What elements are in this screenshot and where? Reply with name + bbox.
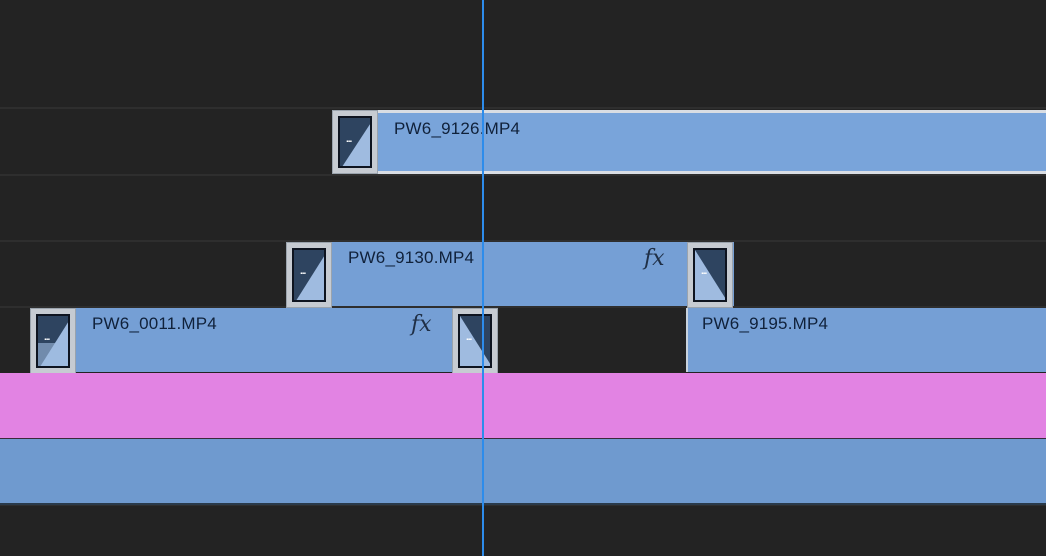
transition-clip-start-v4[interactable]: ...: [332, 110, 378, 174]
clip-pw6-9195[interactable]: PW6_9195.MP4: [686, 308, 1046, 372]
transition-clip-start-v2[interactable]: ...: [30, 308, 76, 374]
audio-clip-a2[interactable]: [0, 439, 1046, 505]
cross-dissolve-icon: ...: [292, 248, 326, 302]
cross-dissolve-icon: ...: [338, 116, 372, 168]
transition-clip-start-v3[interactable]: ...: [286, 242, 332, 308]
clip-label: PW6_9195.MP4: [702, 314, 829, 333]
cross-dissolve-icon: ...: [458, 314, 492, 368]
clip-label: PW6_9130.MP4: [348, 248, 475, 267]
fx-icon[interactable]: fx: [411, 312, 432, 337]
track-separator: [0, 174, 1046, 176]
transition-clip-end-v2[interactable]: ...: [452, 308, 498, 374]
cross-dissolve-icon: ...: [36, 314, 70, 368]
clip-pw6-0011[interactable]: PW6_0011.MP4 fx: [30, 308, 498, 372]
clip-pw6-9130[interactable]: PW6_9130.MP4 fx: [286, 242, 734, 306]
audio-clip-a1[interactable]: [0, 373, 1046, 439]
cross-dissolve-icon: ...: [693, 248, 727, 302]
transition-clip-end-v3[interactable]: ...: [687, 242, 733, 308]
playhead[interactable]: [482, 0, 484, 556]
track-separator: [0, 107, 1046, 109]
fx-icon[interactable]: fx: [644, 246, 665, 271]
clip-pw6-9126[interactable]: PW6_9126.MP4: [332, 110, 1046, 174]
clip-label: PW6_0011.MP4: [92, 314, 217, 333]
clip-label: PW6_9126.MP4: [394, 119, 521, 138]
